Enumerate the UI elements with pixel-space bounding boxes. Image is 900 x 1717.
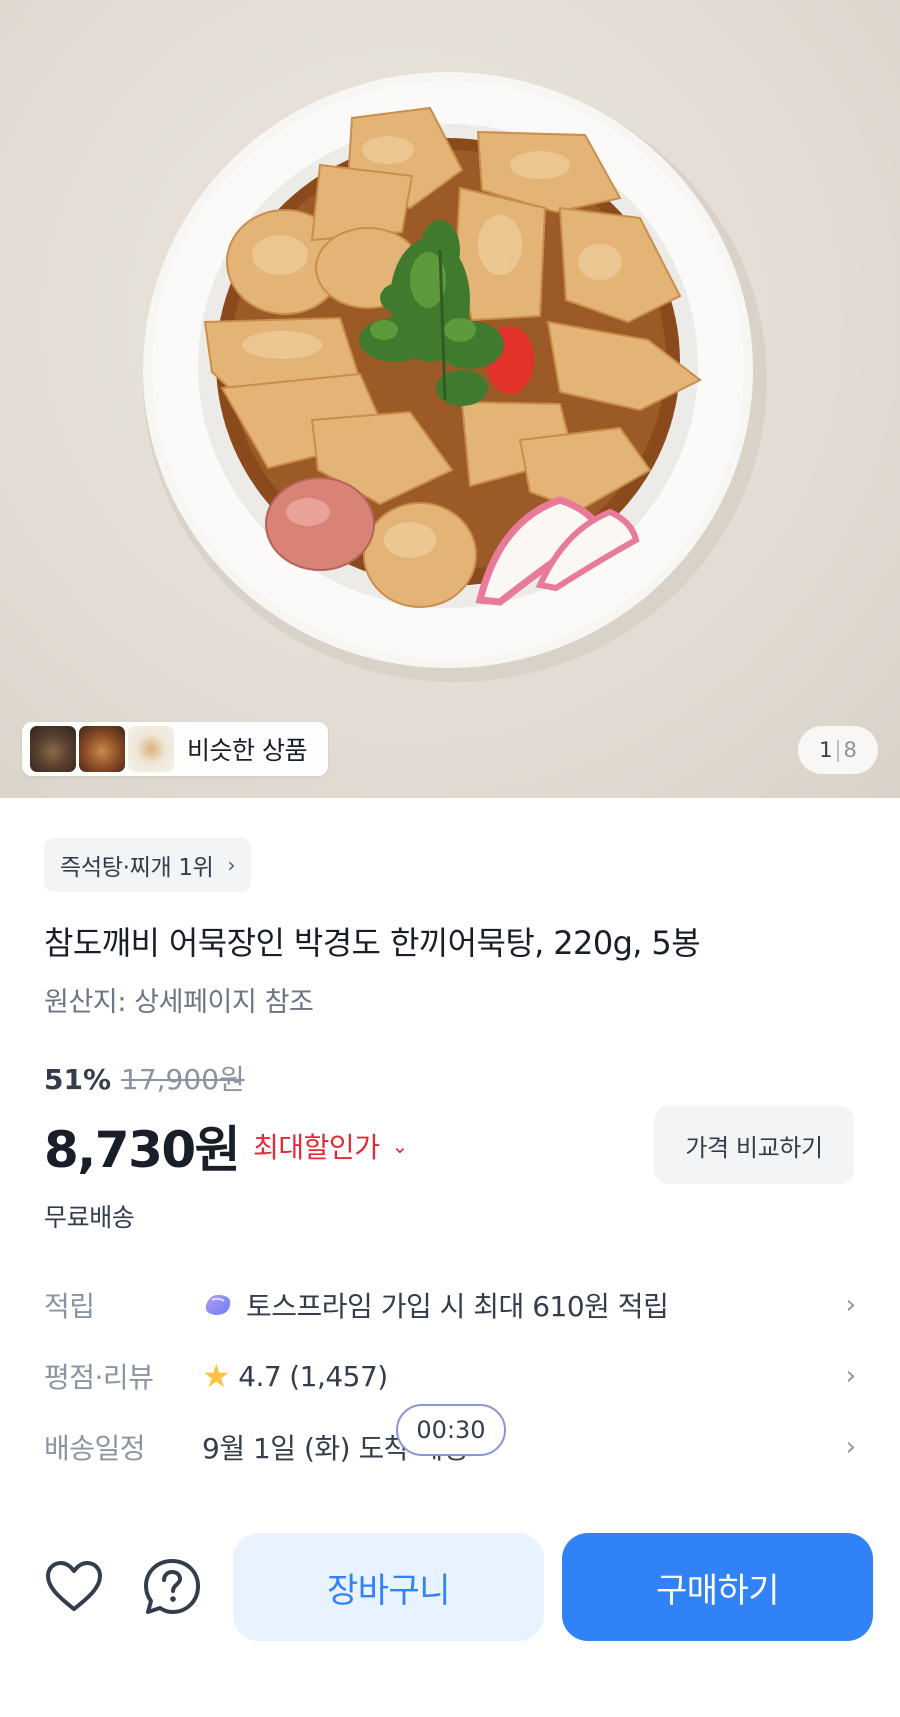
- product-origin: 원산지: 상세페이지 참조: [44, 987, 314, 1018]
- fish-cake-soup-illustration: [143, 72, 767, 682]
- chevron-right-icon: ›: [845, 1290, 856, 1320]
- max-discount-label: 최대할인가: [253, 1131, 380, 1164]
- chevron-right-icon: ›: [227, 853, 236, 877]
- category-rank-label: 즉석탕·찌개 1위: [60, 855, 214, 881]
- gem-icon: [205, 1294, 231, 1315]
- similar-products-chip[interactable]: 비슷한 상품: [22, 722, 328, 776]
- category-rank-badge[interactable]: 즉석탕·찌개 1위 ›: [44, 838, 252, 892]
- countdown-timer: 00:30: [396, 1404, 506, 1456]
- delivery-schedule-label: 배송일정: [44, 1432, 146, 1465]
- points-row[interactable]: 적립 토스프라임 가입 시 최대 610원 적립 ›: [44, 1280, 856, 1330]
- price-row: 8,730원 최대할인가 ⌄: [44, 1110, 408, 1182]
- rating-review-label: 평점·리뷰: [44, 1361, 154, 1394]
- chevron-right-icon: ›: [845, 1432, 856, 1462]
- add-to-cart-button[interactable]: 장바구니: [233, 1533, 544, 1641]
- points-value: 토스프라임 가입 시 최대 610원 적립: [246, 1290, 669, 1323]
- help-button[interactable]: [140, 1555, 204, 1619]
- similar-product-thumb: [128, 726, 174, 772]
- product-image[interactable]: 비슷한 상품 1 | 8: [0, 0, 900, 798]
- points-label: 적립: [44, 1290, 95, 1323]
- discount-percent: 51%: [44, 1063, 112, 1096]
- review-count: (1,457): [289, 1359, 388, 1393]
- image-counter-divider: |: [834, 738, 842, 762]
- sale-price: 8,730원: [44, 1121, 241, 1179]
- chevron-down-icon: ⌄: [391, 1134, 408, 1158]
- question-bubble-icon: [144, 1559, 200, 1614]
- similar-products-label: 비슷한 상품: [187, 736, 307, 765]
- star-icon: ★: [202, 1357, 231, 1395]
- heart-icon: [46, 1561, 102, 1611]
- image-counter: 1 | 8: [798, 726, 878, 774]
- max-discount-toggle[interactable]: 최대할인가 ⌄: [253, 1126, 408, 1166]
- discount-row: 51% 17,900원: [44, 1058, 245, 1098]
- chevron-right-icon: ›: [845, 1361, 856, 1391]
- rating-value: 4.7: [238, 1359, 282, 1393]
- scroll-fade: [0, 1470, 900, 1510]
- rating-review-row[interactable]: 평점·리뷰 ★ 4.7 (1,457) ›: [44, 1351, 856, 1401]
- price-compare-button[interactable]: 가격 비교하기: [654, 1106, 854, 1184]
- similar-product-thumb: [30, 726, 76, 772]
- product-title: 참도깨비 어묵장인 박경도 한끼어묵탕, 220g, 5봉: [44, 924, 701, 962]
- image-counter-total: 8: [843, 738, 857, 762]
- shipping-info: 무료배송: [44, 1203, 135, 1232]
- original-price: 17,900원: [121, 1063, 245, 1096]
- wishlist-button[interactable]: [42, 1555, 106, 1619]
- image-counter-current: 1: [819, 738, 833, 762]
- buy-now-button[interactable]: 구매하기: [562, 1533, 873, 1641]
- similar-product-thumb: [79, 726, 125, 772]
